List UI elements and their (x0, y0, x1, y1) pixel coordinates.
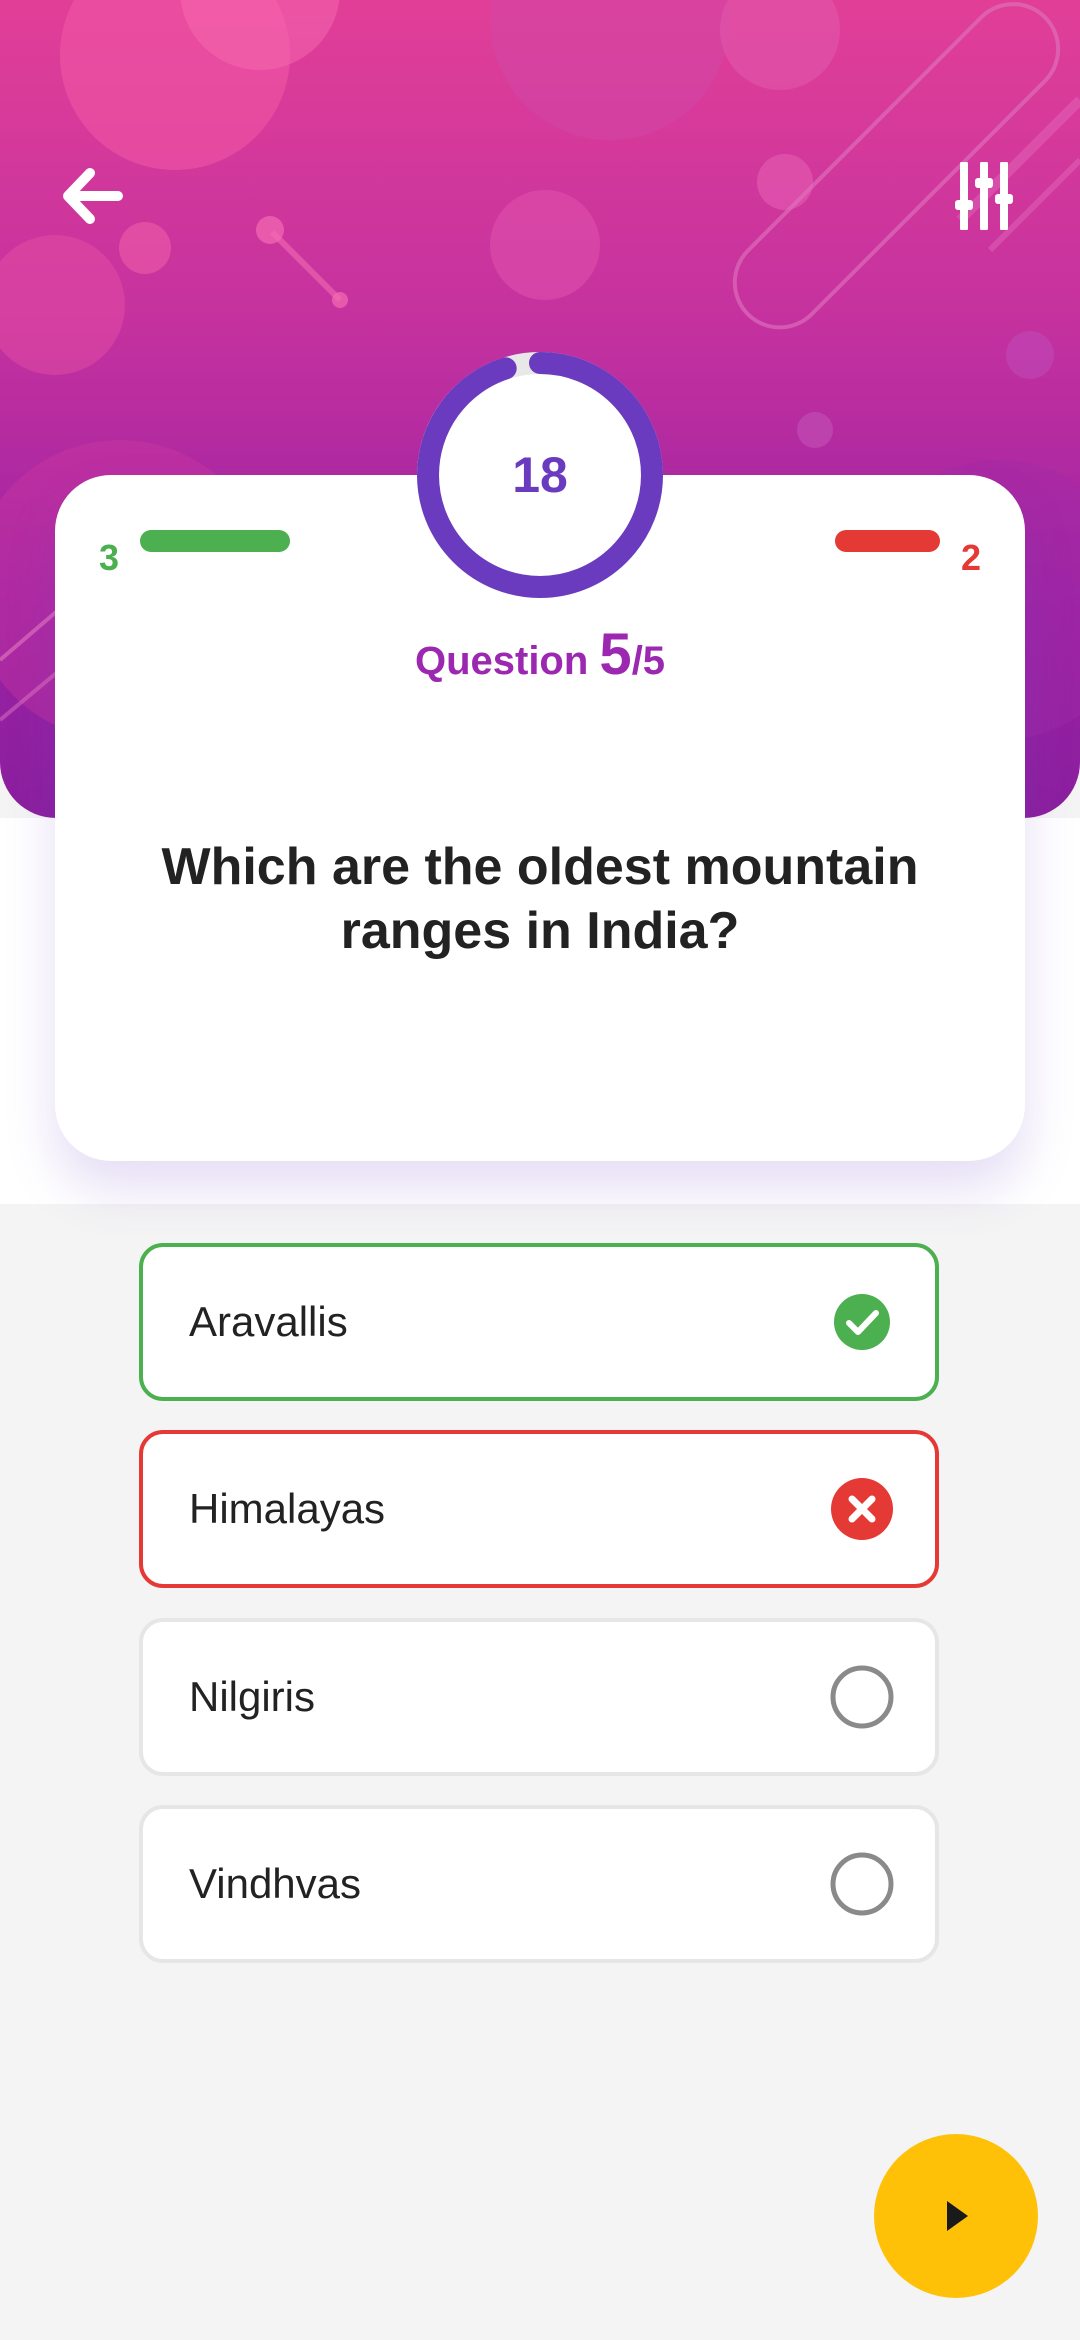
question-label: Question (414, 639, 589, 683)
option-label: Himalayas (189, 1485, 386, 1532)
option-label: Aravallis (189, 1298, 348, 1345)
wrong-progress-bar (835, 530, 940, 552)
next-button[interactable] (874, 2134, 1038, 2298)
back-button[interactable] (44, 148, 140, 244)
settings-button[interactable] (936, 148, 1032, 244)
question-text: Which are the oldest mountain ranges in … (161, 838, 919, 960)
sliders-icon (955, 162, 1013, 230)
wrong-count: 2 (960, 537, 981, 578)
option-himalayas[interactable]: Himalayas (139, 1430, 939, 1588)
correct-progress-bar (140, 530, 290, 552)
timer-value: 18 (512, 447, 568, 503)
question-total: /5 (631, 639, 666, 683)
correct-count: 3 (99, 537, 120, 578)
radio-empty-icon (830, 1852, 894, 1916)
question-counter: Question 5/5 (55, 621, 1025, 688)
option-label: Vindhvas (189, 1860, 362, 1907)
countdown-timer: 18 (416, 351, 664, 599)
back-arrow-icon (63, 168, 123, 224)
radio-empty-icon (830, 1665, 894, 1729)
question-current: 5 (599, 622, 632, 687)
option-vindhvas[interactable]: Vindhvas (139, 1805, 939, 1963)
check-circle-icon (834, 1294, 890, 1350)
option-aravallis[interactable]: Aravallis (139, 1243, 939, 1401)
play-icon (947, 2201, 968, 2231)
close-circle-icon (831, 1478, 893, 1540)
option-nilgiris[interactable]: Nilgiris (139, 1618, 939, 1776)
option-label: Nilgiris (189, 1673, 315, 1720)
